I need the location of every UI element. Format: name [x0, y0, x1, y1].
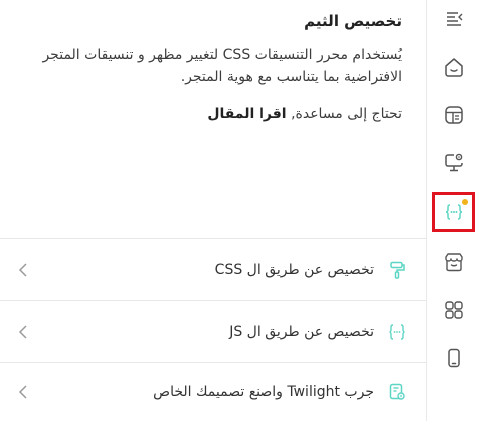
try-twilight-row[interactable]: جرب Twilight واصنع تصميمك الخاص — [0, 362, 426, 421]
layout-template-icon — [445, 106, 463, 124]
apps-grid-icon — [445, 301, 463, 319]
menu-collapse-icon — [447, 12, 463, 26]
chevron-left-icon — [18, 385, 27, 399]
home-button[interactable] — [436, 49, 472, 85]
display-settings-button[interactable] — [436, 144, 472, 180]
notification-badge — [462, 199, 468, 205]
design-file-icon — [389, 383, 405, 400]
try-twilight-label: جرب Twilight واصنع تصميمك الخاص — [153, 384, 374, 400]
paint-roller-icon — [390, 261, 405, 279]
code-braces-icon — [445, 204, 462, 220]
chevron-left-icon — [18, 262, 27, 277]
code-editor-button[interactable] — [432, 192, 475, 232]
panel-title: تخصيص الثيم — [304, 12, 402, 30]
home-icon — [445, 58, 463, 77]
icon-sidebar — [426, 0, 481, 421]
monitor-settings-icon — [445, 153, 463, 172]
theme-customizer-window: تخصيص الثيم يُستخدام محرر التنسيقات CSS … — [0, 0, 481, 421]
menu-collapse-button[interactable] — [436, 0, 472, 36]
customize-css-label: تخصيص عن طريق ال CSS — [214, 261, 374, 278]
code-braces-icon — [389, 323, 405, 340]
mobile-icon — [448, 348, 460, 368]
customize-css-row[interactable]: تخصيص عن طريق ال CSS — [0, 238, 426, 300]
customization-panel: تخصيص الثيم يُستخدام محرر التنسيقات CSS … — [0, 0, 426, 421]
panel-description: يُستخدام محرر التنسيقات CSS لتغيير مظهر … — [42, 47, 402, 85]
help-prefix: تحتاج إلى مساعدة, — [291, 106, 402, 122]
customize-js-row[interactable]: تخصيص عن طريق ال JS — [0, 300, 426, 362]
store-icon — [445, 253, 463, 272]
customize-js-label: تخصيص عن طريق ال JS — [229, 323, 374, 340]
mobile-preview-button[interactable] — [436, 340, 472, 376]
layout-button[interactable] — [436, 97, 472, 133]
store-button[interactable] — [436, 244, 472, 280]
help-text: تحتاج إلى مساعدة, اقرا المقال — [207, 106, 402, 122]
apps-button[interactable] — [436, 292, 472, 328]
read-article-link[interactable]: اقرا المقال — [207, 106, 286, 122]
chevron-left-icon — [18, 324, 27, 339]
